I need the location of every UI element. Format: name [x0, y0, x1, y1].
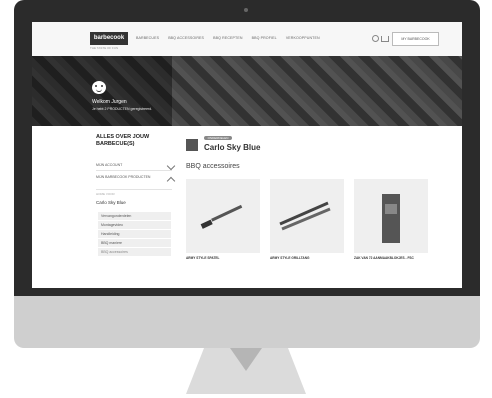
sidebar-divider — [96, 170, 172, 171]
nav-item-verkooppunten[interactable]: VERKOOPPUNTEN — [286, 36, 320, 40]
product-name[interactable]: ARMY STYLE SPATEL — [186, 256, 262, 260]
brand-tagline: THE TASTE OF FUN — [90, 46, 119, 50]
sidebar-item-bbq-accessoires[interactable]: BBQ accessoires — [98, 248, 171, 256]
main-nav: BARBECUES BBQ ACCESSOIRES BBQ RECEPTEN B… — [136, 36, 328, 40]
category-badge: ONDERDELEN — [204, 136, 232, 140]
search-icon[interactable] — [372, 35, 379, 42]
monitor: barbecook THE TASTE OF FUN BARBECUES BBQ… — [14, 0, 480, 348]
product-card-firelighters[interactable] — [354, 179, 428, 253]
section-title: BBQ accessoires — [186, 163, 240, 170]
cart-icon[interactable] — [381, 36, 389, 42]
sidebar-link-account[interactable]: MIJN ACCOUNT — [96, 163, 122, 167]
sidebar-divider — [96, 189, 172, 190]
sidebar: ALLES OVER JOUW BARBECUE(S) MIJN ACCOUNT… — [92, 134, 178, 288]
screen: barbecook THE TASTE OF FUN BARBECUES BBQ… — [32, 22, 462, 288]
sidebar-item-handleiding[interactable]: Handleiding — [98, 230, 171, 238]
brand-logo[interactable]: barbecook — [90, 32, 128, 45]
current-product: Carlo Sky Blue — [96, 200, 126, 205]
top-navigation: barbecook THE TASTE OF FUN BARBECUES BBQ… — [32, 22, 462, 57]
product-name[interactable]: ZAK VAN 72 AANMAAKBLOKJES - FSC — [354, 256, 430, 260]
sidebar-item-montagevideo[interactable]: Montagevideo — [98, 221, 171, 229]
sidebar-title: ALLES OVER JOUW BARBECUE(S) — [96, 134, 150, 147]
product-name[interactable]: ARMY STYLE GRILLTANG — [270, 256, 346, 260]
main-content: ONDERDELEN Carlo Sky Blue BBQ accessoire… — [186, 134, 436, 288]
nav-item-bbq-recepten[interactable]: BBQ RECEPTEN — [213, 36, 242, 40]
product-card-tongs[interactable] — [270, 179, 344, 253]
welcome-text: Welkom Jurgen — [92, 99, 127, 105]
smile-icon — [92, 81, 106, 94]
sidebar-link-products[interactable]: MIJN BARBECOOK PRODUCTEN — [96, 175, 151, 180]
nav-item-bbq-profiel[interactable]: BBQ PROFIEL — [252, 36, 277, 40]
product-thumbnail — [186, 139, 198, 151]
sidebar-item-bbq-maniere[interactable]: BBQ maniere — [98, 239, 171, 247]
my-barbecook-button[interactable]: MY BARBECOOK — [392, 32, 439, 46]
sidebar-item-vervangonderdelen[interactable]: Vervangonderdelen — [98, 212, 171, 220]
product-card-spatula[interactable] — [186, 179, 260, 253]
monitor-chin — [14, 296, 480, 348]
chevron-down-icon[interactable] — [166, 161, 176, 171]
nav-item-barbecues[interactable]: BARBECUES — [136, 36, 159, 40]
camera-icon — [244, 8, 248, 12]
stand-shadow — [230, 348, 262, 371]
chevron-up-icon[interactable] — [166, 176, 176, 186]
hero-banner: Welkom Jurgen Je hebt 2 PRODUCTEN geregi… — [32, 56, 462, 126]
registered-products-text: Je hebt 2 PRODUCTEN geregistreerd. — [92, 107, 153, 111]
sidebar-breadcrumb: HOME VOOR — [96, 192, 115, 196]
page-title: Carlo Sky Blue — [204, 143, 261, 152]
nav-item-bbq-accessoires[interactable]: BBQ ACCESSOIRES — [168, 36, 204, 40]
monitor-bezel: barbecook THE TASTE OF FUN BARBECUES BBQ… — [14, 0, 480, 296]
